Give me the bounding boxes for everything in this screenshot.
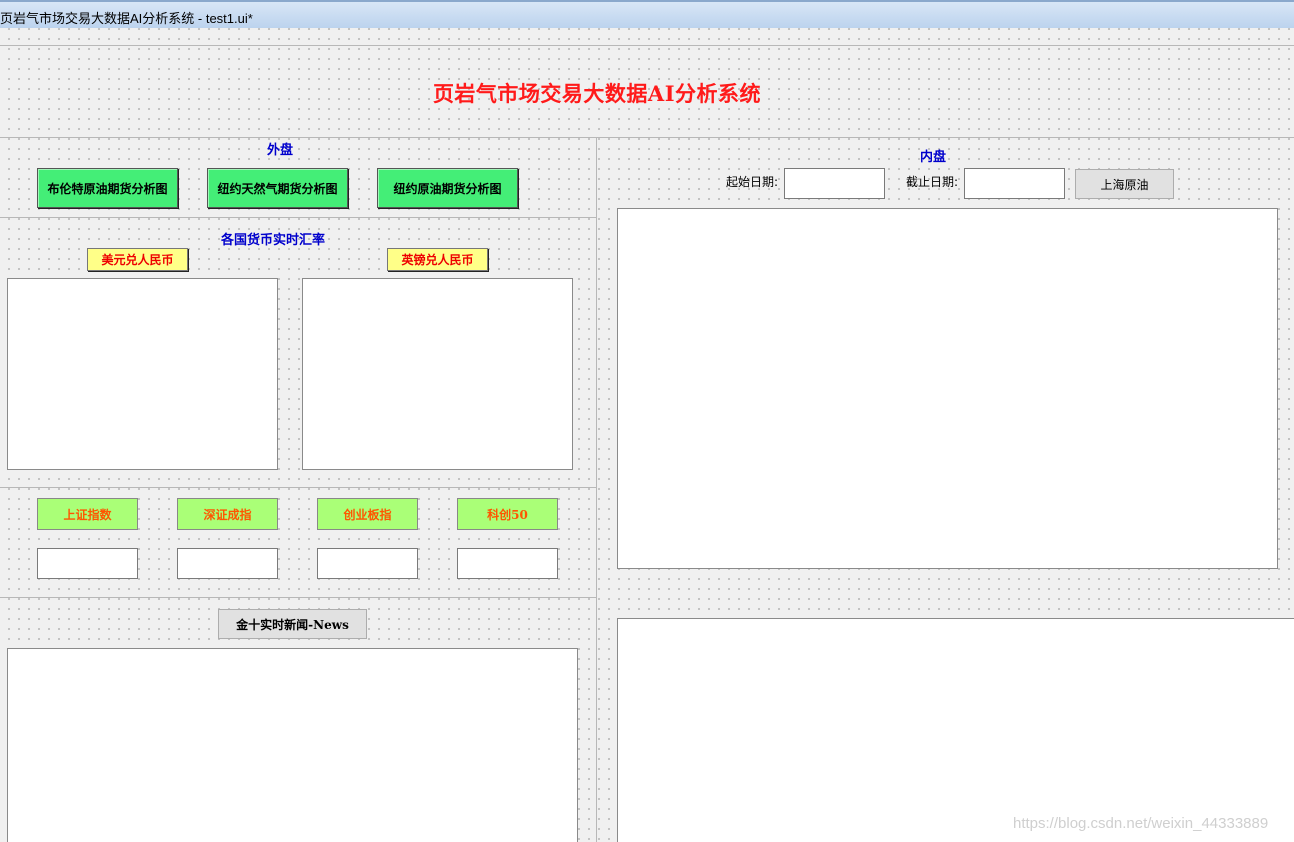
domestic-section-label: 内盘 — [920, 150, 947, 165]
star50-field[interactable] — [457, 548, 558, 579]
news-panel — [7, 648, 578, 842]
szse-component-button[interactable]: 深证成指 — [177, 498, 278, 530]
chinext-index-field[interactable] — [317, 548, 418, 579]
nymex-natural-gas-futures-button[interactable]: 纽约天然气期货分析图 — [207, 168, 348, 208]
window-title: 页岩气市场交易大数据AI分析系统 - test1.ui* — [0, 11, 253, 26]
domestic-lower-panel — [617, 618, 1294, 842]
foreign-section-label: 外盘 — [267, 143, 294, 158]
star50-button[interactable]: 科创50 — [457, 498, 558, 530]
currency-section-label: 各国货币实时汇率 — [221, 233, 326, 248]
chinext-index-button[interactable]: 创业板指 — [317, 498, 418, 530]
divider-top — [0, 45, 1294, 46]
gbp-cny-panel — [302, 278, 573, 470]
page-title: 页岩气市场交易大数据AI分析系统 — [432, 81, 762, 106]
shanghai-crude-button[interactable]: 上海原油 — [1075, 169, 1174, 199]
nymex-crude-futures-button[interactable]: 纽约原油期货分析图 — [377, 168, 518, 208]
divider-vertical — [596, 137, 597, 842]
divider-indices — [0, 597, 596, 598]
watermark: https://blog.csdn.net/weixin_44333889 — [1013, 815, 1269, 832]
brent-crude-futures-button[interactable]: 布伦特原油期货分析图 — [37, 168, 178, 208]
divider-currency — [0, 487, 596, 488]
usd-cny-panel — [7, 278, 278, 470]
divider-header — [0, 137, 1294, 138]
end-date-label: 截止日期: — [906, 175, 959, 189]
gbp-cny-button[interactable]: 英镑兑人民币 — [387, 248, 488, 271]
sse-index-button[interactable]: 上证指数 — [37, 498, 138, 530]
szse-component-field[interactable] — [177, 548, 278, 579]
divider-foreign — [0, 217, 596, 218]
news-button[interactable]: 金十实时新闻-News — [218, 609, 367, 639]
window-titlebar: 页岩气市场交易大数据AI分析系统 - test1.ui* — [0, 0, 1294, 28]
usd-cny-button[interactable]: 美元兑人民币 — [87, 248, 188, 271]
sse-index-field[interactable] — [37, 548, 138, 579]
start-date-field[interactable] — [784, 168, 885, 199]
domestic-chart-panel — [617, 208, 1278, 569]
end-date-field[interactable] — [964, 168, 1065, 199]
start-date-label: 起始日期: — [726, 175, 779, 189]
